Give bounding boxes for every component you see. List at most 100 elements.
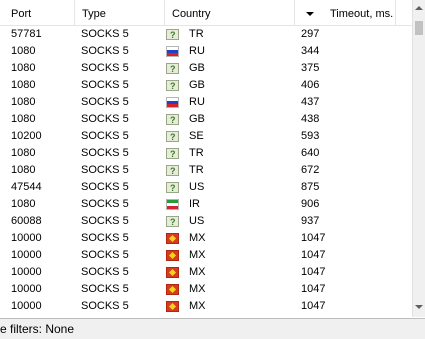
vertical-scrollbar[interactable]	[412, 0, 425, 317]
scroll-up-arrow-icon[interactable]	[413, 0, 425, 17]
mexico-flag-icon	[166, 301, 179, 312]
scrollbar-thumb[interactable]	[415, 21, 423, 35]
timeout-cell: 937	[301, 215, 320, 227]
table-row[interactable]: 1080 SOCKS 5 GB 406	[0, 77, 412, 95]
proxy-list: 57781 SOCKS 5 TR 297 1080 SOCKS 5 RU 344 1080 SOC…	[0, 26, 412, 317]
timeout-cell: 672	[301, 164, 320, 176]
timeout-cell: 1047	[301, 232, 326, 244]
port-cell: 47544	[11, 181, 42, 193]
timeout-cell: 593	[301, 130, 320, 142]
russia-flag-icon	[166, 97, 179, 108]
table-row[interactable]: 1080 SOCKS 5 GB 375	[0, 60, 412, 78]
country-cell: IR	[189, 198, 200, 210]
country-cell: MX	[189, 300, 206, 312]
table-row[interactable]: 60088 SOCKS 5 US 937	[0, 213, 412, 231]
russia-flag-icon	[166, 46, 179, 57]
port-cell: 1080	[11, 147, 36, 159]
country-cell: US	[189, 215, 205, 227]
unknown-flag-icon	[166, 180, 179, 197]
country-cell: GB	[189, 113, 205, 125]
port-cell: 10000	[11, 232, 42, 244]
port-cell: 57781	[11, 28, 42, 40]
mexico-flag-icon	[166, 250, 179, 261]
table-row[interactable]: 1080 SOCKS 5 GB 438	[0, 111, 412, 129]
country-cell: TR	[189, 28, 204, 40]
country-cell: MX	[189, 283, 206, 295]
column-header-port[interactable]: Port	[3, 0, 75, 25]
unknown-flag-icon	[166, 163, 179, 180]
column-header-type[interactable]: Type	[75, 0, 165, 25]
table-row[interactable]: 10000 SOCKS 5 MX 1047	[0, 230, 412, 247]
country-cell: US	[189, 181, 205, 193]
table-row[interactable]: 10000 SOCKS 5 MX 1047	[0, 298, 412, 315]
timeout-cell: 344	[301, 45, 320, 57]
column-header-row: Port Type Country Timeout, ms.	[0, 0, 412, 26]
timeout-cell: 906	[301, 198, 320, 210]
timeout-cell: 406	[301, 79, 320, 91]
port-cell: 10000	[11, 283, 42, 295]
type-cell: SOCKS 5	[81, 266, 129, 278]
timeout-cell: 1047	[301, 249, 326, 261]
unknown-flag-icon	[166, 146, 179, 163]
table-row[interactable]: 10000 SOCKS 5 MX 1047	[0, 247, 412, 264]
timeout-cell: 375	[301, 62, 320, 74]
table-row[interactable]: 10000 SOCKS 5 MX 1047	[0, 264, 412, 281]
port-cell: 1080	[11, 45, 36, 57]
type-cell: SOCKS 5	[81, 283, 129, 295]
table-row[interactable]: 1080 SOCKS 5 RU 437	[0, 94, 412, 111]
unknown-flag-icon	[166, 27, 179, 44]
port-cell: 10000	[11, 249, 42, 261]
active-filters-status: ve filters: None	[0, 322, 75, 336]
country-cell: GB	[189, 62, 205, 74]
mexico-flag-icon	[166, 284, 179, 295]
table-row[interactable]: 1080 SOCKS 5 IR 906	[0, 196, 412, 213]
timeout-cell: 297	[301, 28, 320, 40]
type-cell: SOCKS 5	[81, 113, 129, 125]
port-cell: 10000	[11, 300, 42, 312]
port-cell: 1080	[11, 113, 36, 125]
unknown-flag-icon	[166, 78, 179, 95]
column-header-country[interactable]: Country	[165, 0, 295, 25]
mexico-flag-icon	[166, 267, 179, 278]
mexico-flag-icon	[166, 233, 179, 244]
country-cell: SE	[189, 130, 204, 142]
type-cell: SOCKS 5	[81, 249, 129, 261]
port-cell: 1080	[11, 198, 36, 210]
port-cell: 10200	[11, 130, 42, 142]
port-cell: 1080	[11, 164, 36, 176]
unknown-flag-icon	[166, 61, 179, 78]
table-row[interactable]: 10200 SOCKS 5 SE 593	[0, 128, 412, 146]
country-cell: MX	[189, 232, 206, 244]
type-cell: SOCKS 5	[81, 164, 129, 176]
type-cell: SOCKS 5	[81, 96, 129, 108]
country-cell: TR	[189, 164, 204, 176]
country-cell: RU	[189, 45, 205, 57]
column-header-timeout[interactable]: Timeout, ms.	[295, 0, 396, 25]
unknown-flag-icon	[166, 112, 179, 129]
type-cell: SOCKS 5	[81, 130, 129, 142]
type-cell: SOCKS 5	[81, 198, 129, 210]
timeout-cell: 1047	[301, 266, 326, 278]
type-cell: SOCKS 5	[81, 232, 129, 244]
status-bar: ve filters: None	[0, 318, 425, 339]
table-row[interactable]: 1080 SOCKS 5 RU 344	[0, 43, 412, 60]
timeout-cell: 437	[301, 96, 320, 108]
table-row[interactable]: 57781 SOCKS 5 TR 297	[0, 26, 412, 44]
country-cell: GB	[189, 79, 205, 91]
unknown-flag-icon	[166, 214, 179, 231]
timeout-cell: 875	[301, 181, 320, 193]
type-cell: SOCKS 5	[81, 300, 129, 312]
proxy-list-window: Port Type Country Timeout, ms. 57781 SOCK…	[0, 0, 425, 339]
table-row[interactable]: 1080 SOCKS 5 TR 640	[0, 145, 412, 163]
type-cell: SOCKS 5	[81, 147, 129, 159]
table-row[interactable]: 47544 SOCKS 5 US 875	[0, 179, 412, 197]
timeout-cell: 1047	[301, 300, 326, 312]
scroll-down-arrow-icon[interactable]	[413, 300, 425, 317]
type-cell: SOCKS 5	[81, 215, 129, 227]
table-row[interactable]: 1080 SOCKS 5 TR 672	[0, 162, 412, 180]
unknown-flag-icon	[166, 129, 179, 146]
port-cell: 1080	[11, 62, 36, 74]
type-cell: SOCKS 5	[81, 79, 129, 91]
port-cell: 10000	[11, 266, 42, 278]
table-row[interactable]: 10000 SOCKS 5 MX 1047	[0, 281, 412, 298]
